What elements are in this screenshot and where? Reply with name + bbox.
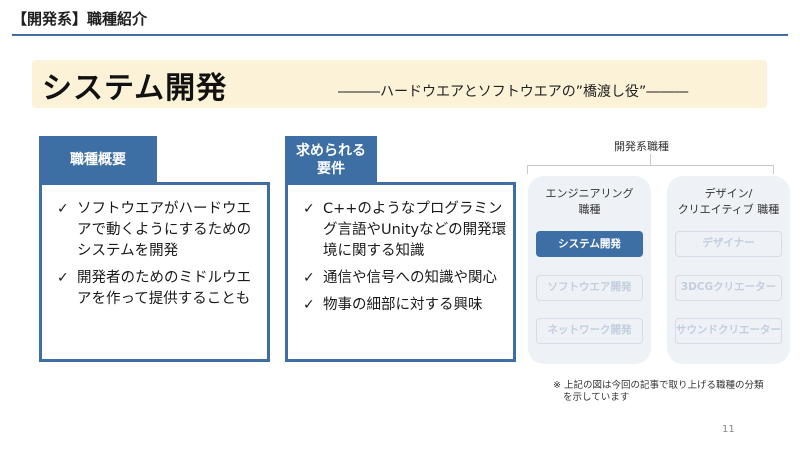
check-icon: ✓ — [303, 270, 315, 286]
footnote: ※ 上記の図は今回の記事で取り上げる職種の分類 を示しています — [553, 380, 764, 403]
header-divider — [12, 34, 788, 36]
category-item-sound-creator: サウンドクリエーター — [675, 318, 782, 344]
page-number: 11 — [722, 424, 735, 435]
category-item-3dcg-creator: 3DCGクリエーター — [675, 275, 782, 301]
check-icon: ✓ — [57, 270, 69, 286]
requirements-tab: 求められる 要件 — [285, 136, 377, 184]
list-item-text: ソフトウエアがハードウエアで動くようにするためのシステムを開発 — [77, 201, 252, 259]
list-item-text: C++のようなプログラミング言語やUnityなどの開発環境に関する知識 — [323, 201, 507, 259]
creative-panel-title: デザイン/ クリエイティブ 職種 — [677, 187, 780, 216]
category-item-system-dev: システム開発 — [536, 231, 643, 257]
category-heading: 開発系職種 — [614, 140, 669, 153]
list-item: ✓ C++のようなプログラミング言語やUnityなどの開発環境に関する知識 — [303, 199, 508, 262]
list-item-text: 通信や信号への知識や関心 — [323, 270, 497, 286]
overview-list: ✓ ソフトウエアがハードウエアで動くようにするためのシステムを開発 ✓ 開発者の… — [57, 199, 262, 316]
check-icon: ✓ — [57, 201, 69, 217]
category-bracket-stem — [650, 154, 651, 165]
category-item-network-dev: ネットワーク開発 — [536, 318, 643, 344]
requirements-tab-line2: 要件 — [317, 161, 345, 177]
category-bracket — [527, 165, 774, 174]
list-item: ✓ 通信や信号への知識や関心 — [303, 268, 508, 289]
page-title: システム開発 — [42, 71, 228, 106]
check-icon: ✓ — [303, 297, 315, 313]
slide-section-title: 【開発系】職種紹介 — [12, 10, 148, 28]
category-item-designer: デザイナー — [675, 231, 782, 257]
requirements-list: ✓ C++のようなプログラミング言語やUnityなどの開発環境に関する知識 ✓ … — [303, 199, 508, 322]
requirements-tab-line1: 求められる — [296, 143, 366, 159]
list-item: ✓ 物事の細部に対する興味 — [303, 295, 508, 316]
engineering-panel-title: エンジニアリング 職種 — [545, 187, 634, 216]
check-icon: ✓ — [303, 201, 315, 217]
list-item-text: 物事の細部に対する興味 — [323, 297, 483, 313]
list-item: ✓ ソフトウエアがハードウエアで動くようにするためのシステムを開発 — [57, 199, 262, 262]
overview-tab: 職種概要 — [39, 136, 157, 184]
list-item-text: 開発者のためのミドルウエアを作って提供することも — [77, 270, 251, 307]
list-item: ✓ 開発者のためのミドルウエアを作って提供することも — [57, 268, 262, 310]
page-subtitle: ―――ハードウエアとソフトウエアの”橋渡し役”――― — [338, 84, 689, 100]
category-item-software-dev: ソフトウエア開発 — [536, 275, 643, 301]
